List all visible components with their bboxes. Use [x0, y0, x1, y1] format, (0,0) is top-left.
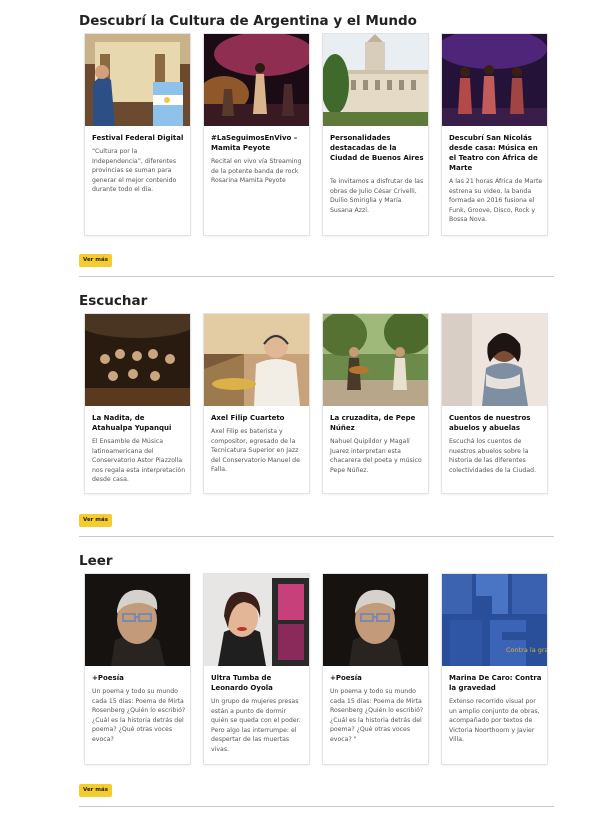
card-image[interactable]: [442, 34, 547, 126]
card-grid: +Poesía Un poema y todo su mundo cada 15…: [85, 574, 548, 778]
card-description: El Ensamble de Música latinoamericana de…: [92, 438, 186, 483]
see-more-button[interactable]: Ver más: [79, 514, 112, 527]
card-image[interactable]: [85, 574, 190, 666]
card-title[interactable]: #LaSeguimosEnVivo – Mamita Peyote: [211, 133, 305, 153]
section-title: Escuchar: [79, 293, 148, 309]
card-description: A las 21 horas África de Marte estrena s…: [449, 178, 543, 223]
section-leer: Leer +Poesía Un poema y todo su mundo ca…: [79, 552, 554, 812]
card-title[interactable]: +Poesía: [92, 673, 186, 683]
section-escuchar: Escuchar La Nadita, de Atahualpa Yupanqu…: [79, 292, 554, 542]
card-description: Extenso recorrido visual por un amplio c…: [449, 698, 540, 743]
card-image[interactable]: [323, 314, 428, 406]
card-poesia-2[interactable]: +Poesía Un poema y todo su mundo cada 15…: [323, 574, 428, 764]
card-image[interactable]: [85, 314, 190, 406]
section-title: Leer: [79, 553, 113, 569]
card-title[interactable]: Axel Filip Cuarteto: [211, 413, 305, 423]
card-grid: La Nadita, de Atahualpa Yupanqui El Ensa…: [85, 314, 548, 518]
see-more-button[interactable]: Ver más: [79, 254, 112, 267]
card-image[interactable]: [204, 314, 309, 406]
card-image[interactable]: [204, 574, 309, 666]
section-descubri: Descubrí la Cultura de Argentina y el Mu…: [79, 12, 554, 282]
card-title[interactable]: La cruzadita, de Pepe Núñez: [330, 413, 424, 433]
card-description: Recital en vivo vía Streaming de la pote…: [211, 158, 302, 184]
card-marina-de-caro[interactable]: Contra la gravedad Marina De Caro: Contr…: [442, 574, 547, 764]
section-divider: [79, 276, 554, 277]
section-divider: [79, 806, 554, 807]
card-title[interactable]: Ultra Tumba de Leonardo Oyola: [211, 673, 305, 693]
card-grid: Festival Federal Digital “Cultura por la…: [85, 34, 548, 238]
card-la-cruzadita[interactable]: La cruzadita, de Pepe Núñez Nahuel Quipi…: [323, 314, 428, 493]
card-title[interactable]: La Nadita, de Atahualpa Yupanqui: [92, 413, 186, 433]
card-description: “Cultura por la Independencia”, diferent…: [92, 148, 177, 193]
card-description: Axel Filip es baterista y compositor, eg…: [211, 428, 300, 473]
see-more-button[interactable]: Ver más: [79, 784, 112, 797]
card-title[interactable]: Cuentos de nuestros abuelos y abuelas: [449, 413, 543, 433]
card-title[interactable]: Festival Federal Digital: [92, 133, 186, 143]
card-image[interactable]: [85, 34, 190, 126]
card-image[interactable]: [204, 34, 309, 126]
book-cover-text: Contra la gravedad: [506, 646, 547, 654]
card-description: Escuchá los cuentos de nuestros abuelos …: [449, 438, 537, 474]
card-description: Nahuel Quipildor y Magalí Juarez interpr…: [330, 438, 422, 474]
card-axel-filip[interactable]: Axel Filip Cuarteto Axel Filip es bateri…: [204, 314, 309, 493]
card-poesia-1[interactable]: +Poesía Un poema y todo su mundo cada 15…: [85, 574, 190, 764]
card-san-nicolas[interactable]: Descubrí San Nicolás desde casa: Música …: [442, 34, 547, 235]
card-image[interactable]: [442, 314, 547, 406]
card-title[interactable]: +Poesía: [330, 673, 424, 683]
card-description: Un grupo de mujeres presas están a punto…: [211, 698, 301, 753]
card-image[interactable]: [323, 34, 428, 126]
card-description: Te invitamos a disfrutar de las obras de…: [330, 178, 424, 214]
card-cuentos-abuelos[interactable]: Cuentos de nuestros abuelos y abuelas Es…: [442, 314, 547, 493]
section-title: Descubrí la Cultura de Argentina y el Mu…: [79, 13, 417, 29]
card-la-nadita[interactable]: La Nadita, de Atahualpa Yupanqui El Ensa…: [85, 314, 190, 493]
card-personalidades[interactable]: Personalidades destacadas de la Ciudad d…: [323, 34, 428, 235]
card-title[interactable]: Personalidades destacadas de la Ciudad d…: [330, 133, 424, 163]
card-image[interactable]: Contra la gravedad: [442, 574, 547, 666]
card-title[interactable]: Descubrí San Nicolás desde casa: Música …: [449, 133, 543, 173]
card-ultra-tumba[interactable]: Ultra Tumba de Leonardo Oyola Un grupo d…: [204, 574, 309, 764]
card-title[interactable]: Marina De Caro: Contra la gravedad: [449, 673, 543, 693]
card-mamita-peyote[interactable]: #LaSeguimosEnVivo – Mamita Peyote Recita…: [204, 34, 309, 235]
card-description: Un poema y todo su mundo cada 15 días: P…: [92, 688, 186, 743]
card-image[interactable]: [323, 574, 428, 666]
card-festival-federal[interactable]: Festival Federal Digital “Cultura por la…: [85, 34, 190, 235]
section-divider: [79, 536, 554, 537]
card-description: Un poema y todo su mundo cada 15 días: P…: [330, 688, 424, 743]
